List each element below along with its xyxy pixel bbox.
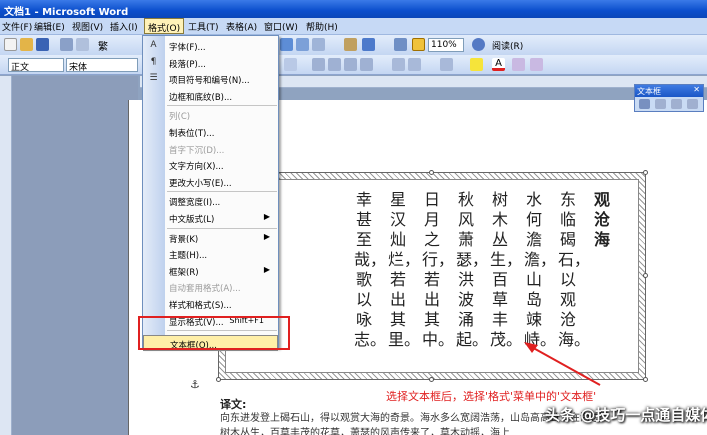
watermark: 头条 @技巧一点通自媒体: [545, 406, 707, 424]
annotation-text: 选择文本框后，选择'格式'菜单中的'文本框': [386, 390, 597, 403]
translation-line: 树木丛生，百草丰茂的花草，萧瑟的风声传来了，草木动摇，海上: [220, 428, 510, 435]
translation-title: 译文:: [220, 398, 247, 411]
annotation-arrow: [524, 342, 601, 386]
